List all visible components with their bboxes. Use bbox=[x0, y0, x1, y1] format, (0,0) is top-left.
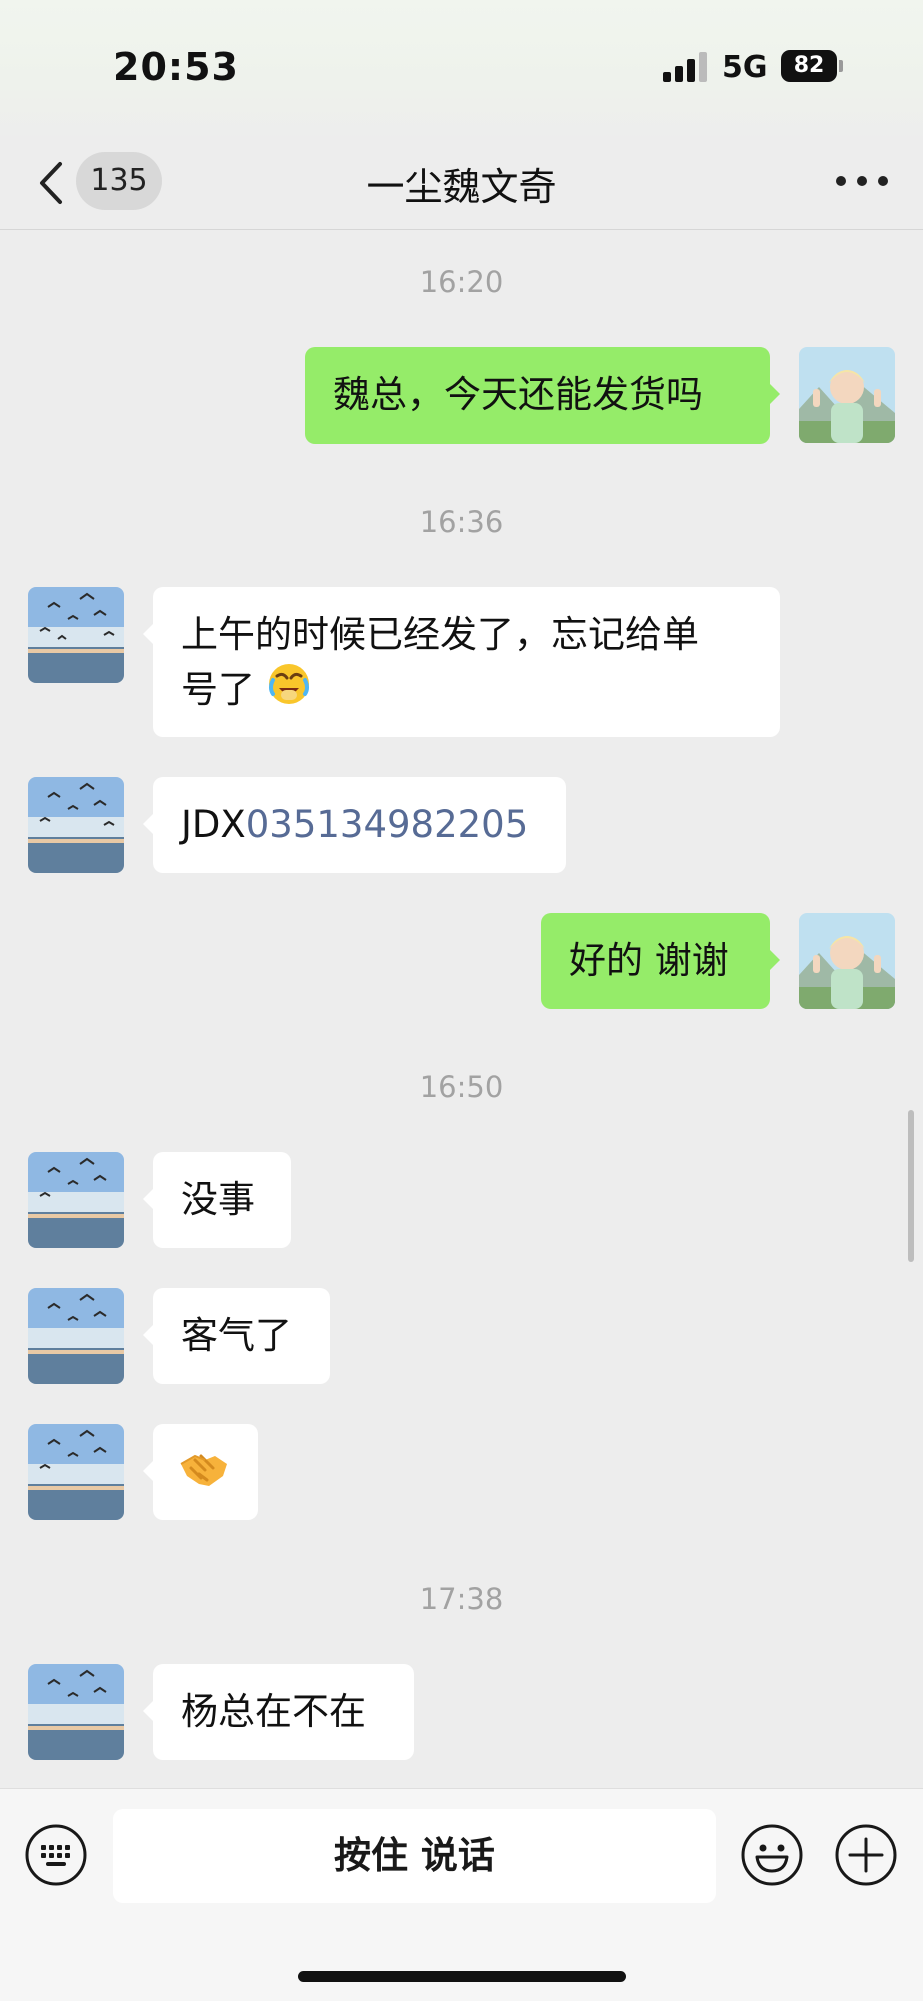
chat-header: 135 一尘魏文奇 bbox=[0, 140, 923, 230]
cellular-signal-icon bbox=[663, 52, 707, 82]
home-indicator[interactable] bbox=[298, 1971, 626, 1982]
timestamp: 17:38 bbox=[419, 1582, 504, 1616]
face-with-tears-emoji bbox=[267, 662, 311, 721]
my-avatar[interactable] bbox=[799, 913, 895, 1009]
emoji-picker-icon[interactable] bbox=[740, 1823, 804, 1887]
message-text: 没事 bbox=[181, 1178, 255, 1221]
hold-to-talk-button[interactable]: 按住 说话 bbox=[113, 1809, 716, 1903]
tracking-number-link[interactable]: 035134982205 bbox=[246, 803, 529, 846]
tracking-prefix: JDX bbox=[181, 803, 246, 846]
input-bar: 按住 说话 bbox=[0, 1788, 923, 2001]
message-list[interactable]: 16:20 魏总，今天还能发货吗 16:36 上午的时候已经发了，忘记给单 号了… bbox=[0, 230, 923, 1790]
message-text: 好的 谢谢 bbox=[569, 939, 729, 982]
timestamp: 16:20 bbox=[419, 265, 504, 299]
contact-avatar[interactable] bbox=[28, 1424, 124, 1520]
chat-title: 一尘魏文奇 bbox=[366, 165, 557, 209]
received-message-bubble[interactable] bbox=[143, 1424, 258, 1520]
received-message-bubble[interactable]: JDX035134982205 bbox=[143, 777, 566, 873]
received-message-bubble[interactable]: 没事 bbox=[143, 1152, 291, 1248]
handshake-emoji bbox=[179, 1446, 229, 1507]
message-text-line-2: 号了 bbox=[181, 662, 752, 721]
contact-avatar[interactable] bbox=[28, 777, 124, 873]
my-avatar[interactable] bbox=[799, 347, 895, 443]
message-text: 客气了 bbox=[181, 1314, 292, 1357]
status-bar: 20:53 5G 82 bbox=[0, 0, 923, 140]
battery-cap bbox=[839, 60, 843, 72]
message-text-line-1: 上午的时候已经发了，忘记给单 bbox=[181, 613, 699, 656]
contact-avatar[interactable] bbox=[28, 1664, 124, 1760]
message-text: 杨总在不在 bbox=[181, 1690, 366, 1733]
message-text: 魏总，今天还能发货吗 bbox=[333, 373, 703, 416]
received-message-bubble[interactable]: 杨总在不在 bbox=[143, 1664, 414, 1760]
sent-message-bubble[interactable]: 魏总，今天还能发货吗 bbox=[305, 347, 780, 444]
network-type: 5G bbox=[722, 50, 768, 85]
voice-keyboard-toggle-icon[interactable] bbox=[24, 1823, 88, 1887]
scrollbar-thumb[interactable] bbox=[908, 1110, 914, 1262]
received-message-bubble[interactable]: 上午的时候已经发了，忘记给单 号了 bbox=[143, 587, 780, 737]
contact-avatar[interactable] bbox=[28, 1288, 124, 1384]
battery-icon: 82 bbox=[781, 50, 837, 82]
received-message-bubble[interactable]: 客气了 bbox=[143, 1288, 330, 1384]
more-options-icon[interactable] bbox=[832, 174, 892, 190]
contact-avatar[interactable] bbox=[28, 587, 124, 683]
more-actions-plus-icon[interactable] bbox=[834, 1823, 898, 1887]
status-time: 20:53 bbox=[113, 45, 239, 89]
contact-avatar[interactable] bbox=[28, 1152, 124, 1248]
battery-level: 82 bbox=[793, 53, 825, 78]
timestamp: 16:50 bbox=[419, 1070, 504, 1104]
timestamp: 16:36 bbox=[419, 505, 504, 539]
sent-message-bubble[interactable]: 好的 谢谢 bbox=[541, 913, 780, 1009]
